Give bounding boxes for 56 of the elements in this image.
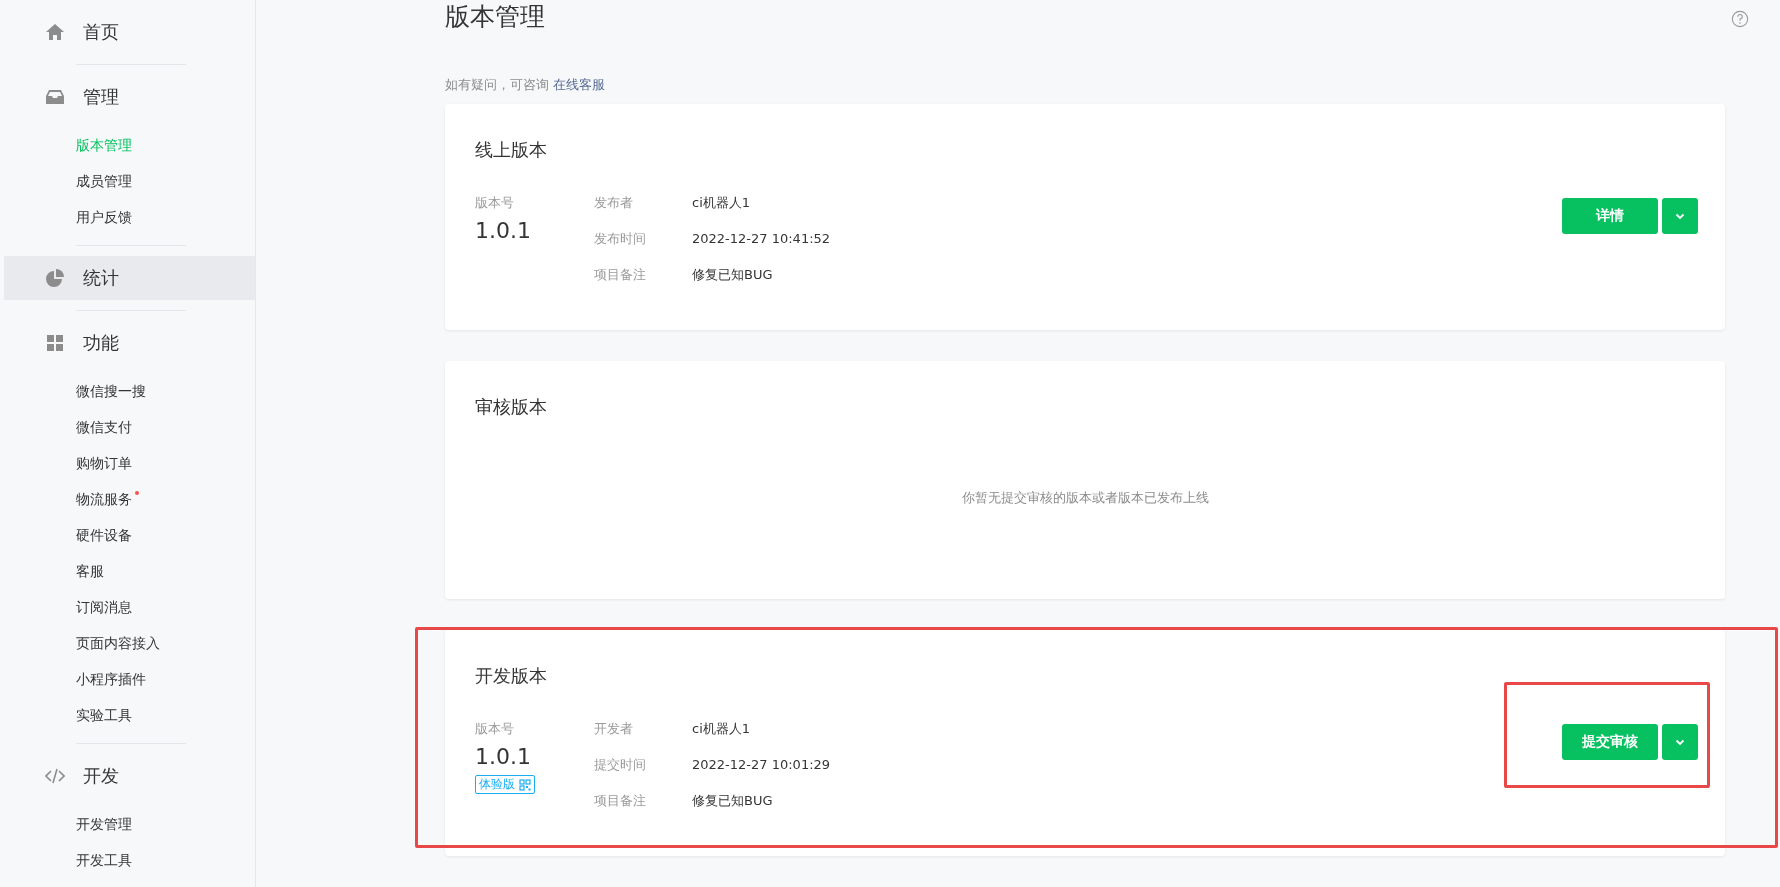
field-value: 2022-12-27 10:41:52 [692,230,831,248]
code-icon [45,766,65,786]
sidebar-section[interactable]: 功能 [4,321,255,365]
section-label: 首页 [83,20,119,44]
home-icon [45,22,65,42]
field-value: 修复已知BUG [692,792,773,810]
field-label: 发布时间 [594,230,647,248]
sidebar-item[interactable]: 微信支付 [0,409,132,445]
field-value: 修复已知BUG [692,266,773,284]
section-label: 管理 [83,85,119,109]
sidebar-item[interactable]: 微信搜一搜 [0,373,146,409]
more-dropdown-button[interactable] [1662,724,1698,760]
sidebar-section[interactable]: 管理 [4,75,255,119]
sidebar-section[interactable]: 首页 [4,10,255,54]
sidebar-item[interactable]: 客服 [0,553,104,589]
sidebar-item[interactable]: 购物订单 [0,445,132,481]
section-label: 功能 [83,331,119,355]
online-support-link[interactable]: 在线客服 [553,77,606,92]
sidebar-item[interactable]: 开发管理 [0,806,132,842]
sidebar-item[interactable]: 用户反馈 [0,199,132,235]
field-label: 提交时间 [594,756,647,774]
field-value: ci机器人1 [692,194,751,212]
help-icon[interactable] [1731,10,1749,28]
sidebar-item[interactable]: 物流服务 [0,481,132,517]
version-number: 1.0.1 [475,744,532,769]
section-label: 统计 [83,266,119,290]
field-label: 项目备注 [594,792,647,810]
version-number: 1.0.1 [475,218,532,243]
more-dropdown-button[interactable] [1662,198,1698,234]
field-label: 开发者 [594,720,634,738]
inbox-icon [45,87,65,107]
sidebar-item[interactable]: 硬件设备 [0,517,132,553]
sidebar-item[interactable]: 成员管理 [0,163,132,199]
sidebar-item[interactable]: 开发工具 [0,842,132,878]
card-title: 审核版本 [475,395,548,419]
sidebar-section[interactable]: 开发 [4,754,255,798]
card-title: 开发版本 [475,664,548,688]
grid-icon [45,333,65,353]
empty-message: 你暂无提交审核的版本或者版本已发布上线 [960,489,1210,507]
sidebar-item[interactable]: 小程序插件 [0,661,146,697]
sidebar-item[interactable]: 实验工具 [0,697,132,733]
field-label: 发布者 [594,194,634,212]
sidebar-item[interactable]: 订阅消息 [0,589,132,625]
pie-chart-icon [45,268,65,288]
section-label: 开发 [83,764,119,788]
card-title: 线上版本 [475,138,548,162]
field-value: 2022-12-27 10:01:29 [692,756,831,774]
sidebar-item[interactable]: 页面内容接入 [0,625,160,661]
version-label: 版本号 [475,194,515,212]
hint-text: 如有疑问，可咨询 [445,77,549,92]
field-label: 项目备注 [594,266,647,284]
page-title: 版本管理 [445,1,545,33]
version-label: 版本号 [475,720,515,738]
sidebar-section[interactable]: 统计 [4,256,255,300]
qr-code-icon [519,778,531,791]
field-value: ci机器人1 [692,720,751,738]
